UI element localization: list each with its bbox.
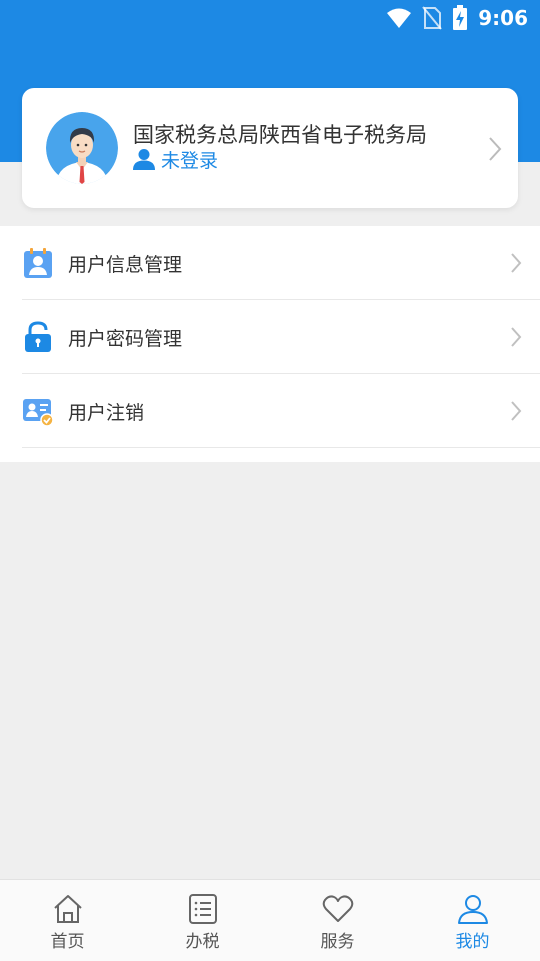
tab-label: 服务 <box>320 932 355 952</box>
tab-tax[interactable]: 办税 <box>135 880 270 960</box>
tab-label: 首页 <box>50 932 85 952</box>
user-icon <box>133 149 155 170</box>
chevron-right-icon[interactable] <box>488 136 502 162</box>
lock-icon <box>25 321 51 352</box>
chevron-right-icon <box>511 401 522 421</box>
menu-item-label: 用户注销 <box>68 402 145 424</box>
org-name: 国家税务总局陕西省电子税务局 <box>133 123 427 147</box>
status-time: 9:06 <box>478 6 528 30</box>
heart-icon <box>322 895 353 922</box>
status-icons: 9:06 <box>386 5 528 31</box>
person-icon <box>457 895 488 924</box>
divider <box>22 447 540 448</box>
id-card-icon <box>23 399 54 427</box>
tab-home[interactable]: 首页 <box>0 880 135 960</box>
profile-card[interactable]: 国家税务总局陕西省电子税务局 未登录 <box>22 88 518 208</box>
menu-item-password[interactable]: 用户密码管理 <box>0 300 540 374</box>
tab-mine[interactable]: 我的 <box>405 880 540 960</box>
list-icon <box>188 894 217 924</box>
tab-label: 我的 <box>455 932 490 952</box>
menu-item-deregister[interactable]: 用户注销 <box>0 374 540 448</box>
home-icon <box>53 895 82 923</box>
wifi-icon <box>387 8 412 28</box>
menu-item-user-info[interactable]: 用户信息管理 <box>0 226 540 300</box>
tab-label: 办税 <box>185 932 220 952</box>
battery-charging-icon <box>453 5 468 30</box>
bottom-tab-bar: 首页 办税 服务 我的 <box>0 879 540 961</box>
login-status-text[interactable]: 未登录 <box>161 146 218 173</box>
menu-item-label: 用户信息管理 <box>68 254 183 276</box>
chevron-right-icon <box>511 253 522 273</box>
menu-item-label: 用户密码管理 <box>68 328 183 350</box>
settings-menu: 用户信息管理 用户密码管理 用户注销 <box>0 226 540 462</box>
login-status[interactable]: 未登录 <box>133 146 218 173</box>
chevron-right-icon <box>511 327 522 347</box>
tab-service[interactable]: 服务 <box>270 880 405 960</box>
no-sim-icon <box>422 6 443 30</box>
user-info-icon <box>24 248 52 278</box>
status-bar: 9:06 <box>0 0 540 36</box>
avatar-man-icon[interactable] <box>46 112 118 184</box>
